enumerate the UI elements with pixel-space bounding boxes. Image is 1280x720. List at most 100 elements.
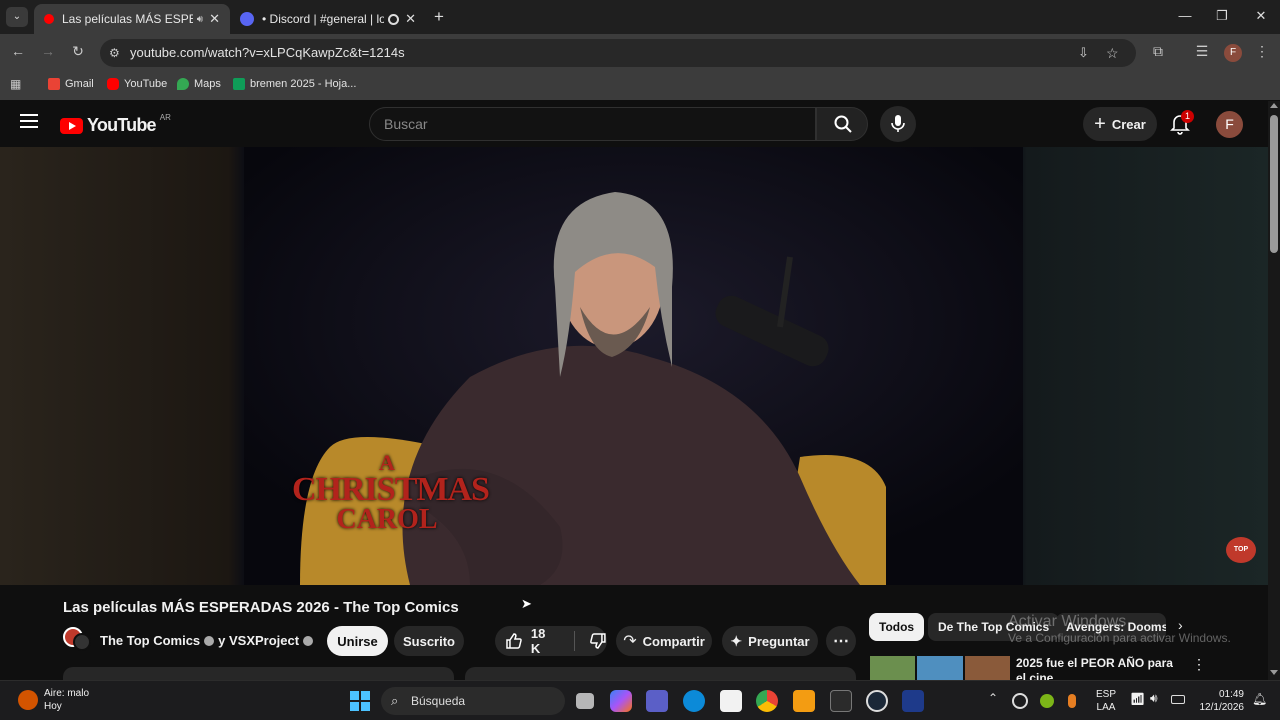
sync-icon[interactable]	[1012, 693, 1028, 709]
fl-studio-icon[interactable]	[793, 690, 815, 712]
scroll-down-icon[interactable]	[1270, 670, 1278, 675]
steam-icon[interactable]	[866, 690, 888, 712]
search-icon	[834, 115, 852, 133]
youtube-favicon-icon	[44, 14, 54, 24]
share-label: Compartir	[642, 633, 705, 649]
bookmark-star-icon[interactable]: ☆	[1106, 39, 1119, 67]
recommendation-title[interactable]: 2025 fue el PEOR AÑO para el cine	[1016, 656, 1176, 680]
video-info: Las películas MÁS ESPERADAS 2026 - The T…	[0, 585, 1268, 683]
volume-icon[interactable]: 🔊︎	[1150, 691, 1158, 706]
chrome-icon[interactable]	[756, 690, 778, 712]
ask-label: Preguntar	[748, 633, 810, 649]
store-icon[interactable]	[720, 690, 742, 712]
extensions-icon[interactable]: ⧉	[1148, 43, 1168, 60]
back-icon[interactable]: ←	[8, 43, 28, 59]
weather-widget[interactable]: Aire: malo Hoy	[18, 687, 89, 713]
microphone-tray-icon[interactable]	[1068, 694, 1076, 708]
browser-toolbar: ← → ↻ ⚙ youtube.com/watch?v=xLPCqKawpZc&…	[0, 34, 1280, 72]
thumbs-down-icon[interactable]	[589, 632, 607, 650]
apps-grid-icon[interactable]: ▦	[10, 77, 21, 91]
restore-icon[interactable]: ❐	[1212, 8, 1232, 24]
close-window-icon[interactable]: ✕	[1251, 8, 1271, 24]
recommendation-thumbnails[interactable]	[870, 656, 1010, 680]
forward-icon[interactable]: →	[38, 43, 58, 59]
bookmark-maps[interactable]: Maps	[177, 78, 221, 90]
address-bar[interactable]: ⚙ youtube.com/watch?v=xLPCqKawpZc&t=1214…	[100, 39, 1136, 67]
clock[interactable]: 01:49 12/1/2026	[1196, 688, 1245, 714]
channel-names[interactable]: The Top Comics y VSXProject	[100, 633, 314, 648]
activation-watermark: Activar Windows Ve a Configuración para …	[1008, 613, 1231, 645]
watermark-subtitle: Ve a Configuración para activar Windows.	[1008, 631, 1231, 645]
hamburger-menu-icon[interactable]	[20, 114, 38, 128]
video-player[interactable]: A CHRISTMAS CAROL TOP	[0, 147, 1268, 585]
channel-avatar[interactable]	[63, 627, 91, 651]
scrollbar-thumb[interactable]	[1270, 115, 1278, 253]
tray-app-icon[interactable]	[1040, 694, 1054, 708]
reload-icon[interactable]: ↻	[68, 43, 88, 60]
account-avatar[interactable]: F	[1216, 111, 1243, 138]
create-button[interactable]: + Crear	[1083, 107, 1157, 141]
language-indicator[interactable]: ESP LAA	[1096, 688, 1116, 714]
like-divider	[574, 631, 576, 651]
task-view-icon[interactable]	[576, 693, 594, 709]
bookmark-youtube[interactable]: YouTube	[107, 78, 167, 90]
voice-search-button[interactable]	[880, 106, 916, 142]
new-tab-button[interactable]: +	[434, 7, 444, 27]
page-scrollbar[interactable]	[1268, 101, 1280, 680]
ask-button[interactable]: ✦ Preguntar	[722, 626, 818, 656]
tab-youtube[interactable]: Las películas MÁS ESPERAD 🔊︎ ✕	[34, 4, 230, 34]
notification-center-icon[interactable]: 🔔︎	[1252, 692, 1267, 706]
sheets-icon	[233, 78, 245, 90]
teams-icon[interactable]	[646, 690, 668, 712]
mouse-cursor-icon: ➤	[521, 596, 532, 611]
wifi-icon[interactable]: 📶︎	[1130, 692, 1145, 706]
notifications-button[interactable]: 1	[1170, 110, 1194, 135]
tab-discord[interactable]: • Discord | #general | los co ✕	[230, 4, 426, 34]
tab-search-button[interactable]: ⌄	[6, 7, 28, 27]
close-tab-icon[interactable]: ✕	[209, 11, 220, 27]
start-button[interactable]	[350, 691, 370, 711]
overlay-line-2: CHRISTMAS	[292, 471, 490, 508]
install-icon[interactable]: ⇩	[1078, 39, 1089, 67]
chip-all[interactable]: Todos	[869, 613, 925, 641]
scroll-up-icon[interactable]	[1270, 103, 1278, 108]
search-input[interactable]: Buscar	[369, 107, 816, 141]
share-button[interactable]: ↷ Compartir	[616, 626, 712, 656]
tab-title: • Discord | #general | los co	[262, 12, 385, 26]
copilot-icon[interactable]	[610, 690, 632, 712]
like-button[interactable]: 18 K	[505, 626, 558, 656]
create-label: Crear	[1111, 116, 1146, 132]
more-actions-button[interactable]: ⋯	[826, 626, 856, 656]
audio-icon[interactable]: 🔊︎	[197, 14, 203, 25]
subscribed-button[interactable]: Suscrito	[394, 626, 464, 656]
taskbar-search[interactable]: ⌕ Búsqueda	[381, 687, 565, 715]
menu-kebab-icon[interactable]: ⋮	[1252, 43, 1272, 60]
edge-icon[interactable]	[683, 690, 705, 712]
maps-pin-icon	[177, 78, 189, 90]
channel-watermark-icon[interactable]: TOP	[1226, 537, 1256, 563]
bookmark-label: bremen 2025 - Hoja...	[250, 78, 357, 90]
youtube-header: YouTube AR Buscar + Crear 1 F	[0, 101, 1268, 147]
app-icon[interactable]	[902, 690, 924, 712]
verified-icon	[303, 635, 314, 646]
join-button[interactable]: Unirse	[327, 626, 388, 656]
sparkle-icon: ✦	[730, 632, 743, 649]
epic-games-icon[interactable]	[830, 690, 852, 712]
recommendation-menu-icon[interactable]: ⋮	[1192, 656, 1206, 673]
youtube-icon	[107, 78, 119, 90]
collab-name[interactable]: y VSXProject	[218, 633, 299, 648]
minimize-icon[interactable]: —	[1175, 8, 1195, 23]
youtube-logo[interactable]: YouTube AR	[60, 113, 171, 136]
tray-overflow-icon[interactable]: ⌃	[988, 691, 998, 705]
battery-icon[interactable]	[1171, 695, 1185, 704]
profile-avatar[interactable]: F	[1224, 44, 1242, 62]
bookmarks-bar: ▦ Gmail YouTube Maps bremen 2025 - Hoja.…	[0, 72, 1280, 100]
channel-name[interactable]: The Top Comics	[100, 633, 200, 648]
close-tab-icon[interactable]: ✕	[405, 11, 416, 27]
bookmark-gmail[interactable]: Gmail	[48, 78, 94, 90]
reading-list-icon[interactable]: ☰	[1192, 43, 1212, 60]
site-info-icon[interactable]: ⚙	[109, 39, 120, 67]
youtube-play-icon	[60, 117, 83, 134]
search-button[interactable]	[816, 107, 868, 141]
bookmark-sheets[interactable]: bremen 2025 - Hoja...	[233, 78, 356, 90]
